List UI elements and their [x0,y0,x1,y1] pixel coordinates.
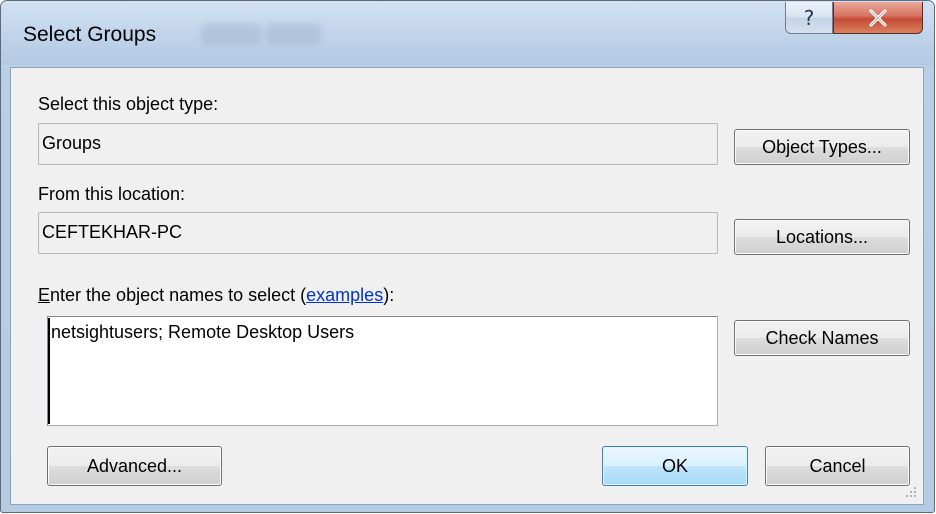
help-button[interactable]: ? [785,2,833,34]
cancel-button[interactable]: Cancel [765,446,910,486]
text-caret [48,318,50,424]
window-title: Select Groups [23,23,157,46]
close-icon [869,8,887,27]
location-label: From this location: [38,184,186,204]
close-button[interactable] [833,2,923,34]
object-names-label-end: ): [383,285,395,305]
mnemonic-letter: E [38,285,51,305]
advanced-button[interactable]: Advanced... [47,446,222,486]
dialog-body: Select this object type: Groups Object T… [10,67,924,505]
examples-link[interactable]: examples [306,285,383,305]
background-blur [266,23,321,45]
dialog-window: Select Groups ? Select this object type:… [0,0,935,513]
background-blur [201,23,261,45]
object-type-label: Select this object type: [38,94,219,114]
object-names-input[interactable]: netsightusers; Remote Desktop Users [47,316,718,426]
check-names-button[interactable]: Check Names [734,320,910,356]
object-names-label-text: nter the object names to select ( [50,285,307,305]
location-field: CEFTEKHAR-PC [38,212,718,254]
object-names-label: Enter the object names to select (exampl… [38,285,394,306]
object-types-button[interactable]: Object Types... [734,129,910,165]
resize-grip-icon[interactable] [903,484,917,498]
object-type-field: Groups [38,123,718,165]
help-icon: ? [803,5,815,30]
ok-button[interactable]: OK [602,446,748,486]
locations-button[interactable]: Locations... [734,219,910,255]
object-names-value: netsightusers; Remote Desktop Users [51,322,355,342]
